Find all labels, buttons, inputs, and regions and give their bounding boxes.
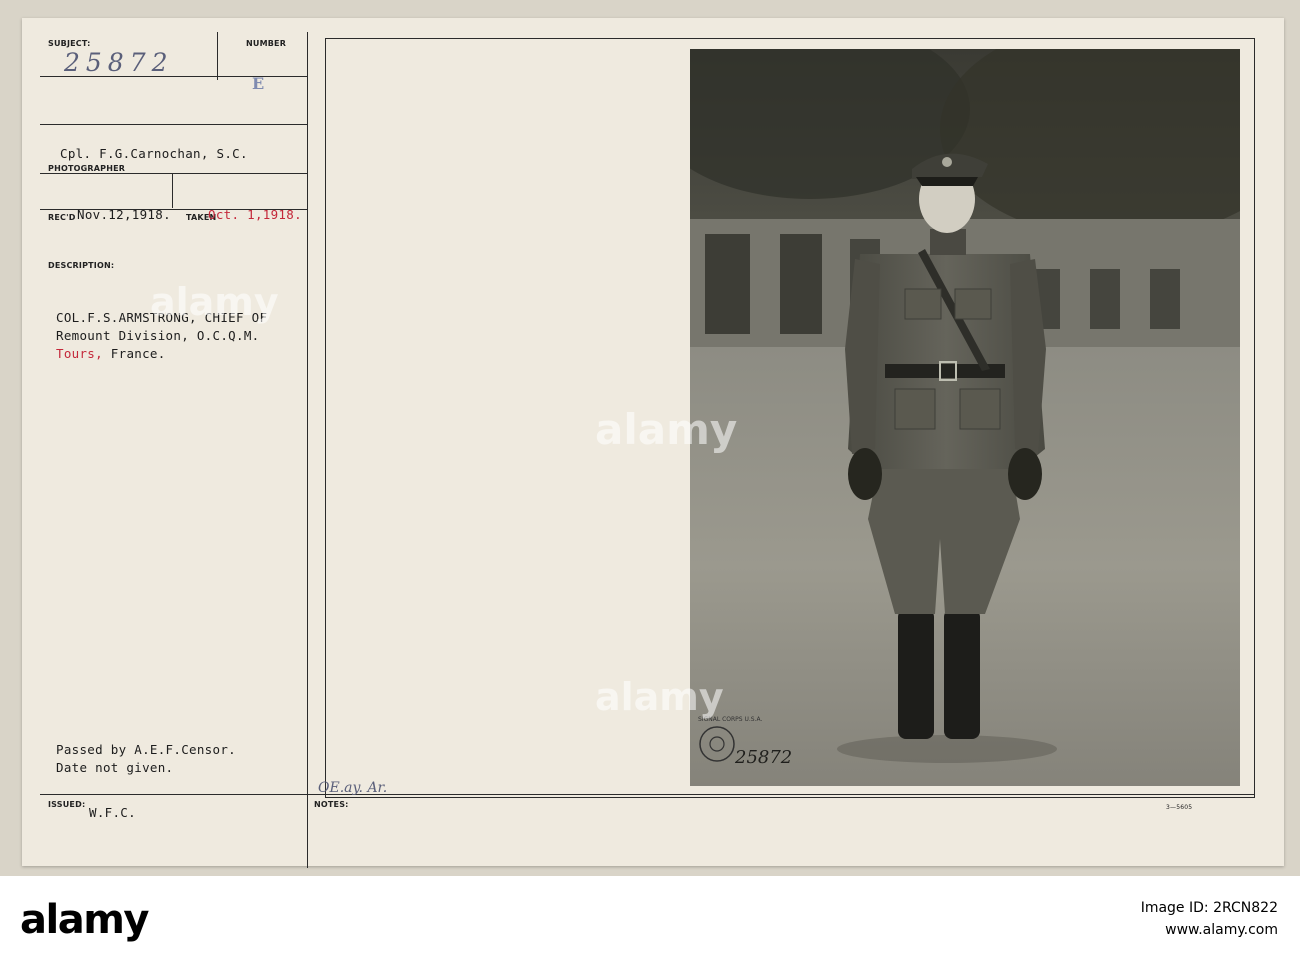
stock-footer [0,876,1300,964]
image-id-block: Image ID: 2RCN822 www.alamy.com [1141,897,1278,941]
image-id-label: Image ID: [1140,900,1209,916]
number-stamp: E [252,74,265,93]
notes-label: NOTES: [314,800,349,809]
watermark-bottom: alamy [595,675,724,719]
subject-number-handwritten: 25872 [64,48,174,77]
description-line-3: Tours, France. [56,346,166,361]
issued-value: W.F.C. [89,805,136,820]
censor-line-1: Passed by A.E.F.Censor. [56,742,236,757]
divider-recd-taken [172,174,173,208]
photo-number-text: 25872 [734,747,792,768]
photographer-value: Cpl. F.G.Carnochan, S.C. [60,146,248,161]
number-label: NUMBER [246,39,287,48]
image-id-value: 2RCN822 [1213,900,1278,916]
subject-label: SUBJECT: [48,39,91,48]
rule-frame-top [325,38,1255,39]
site-url[interactable]: www.alamy.com [1141,919,1278,941]
rule-frame-bottom [325,797,1255,798]
watermark-center: alamy [595,405,738,454]
notes-handwriting: OE.ay. Ar. [318,780,388,796]
rule-under-number-box [40,124,308,125]
watermark-top: alamy [150,280,279,324]
form-code: 3—5605 [1166,804,1193,811]
description-city: Tours, [56,346,103,361]
censor-line-2: Date not given. [56,760,174,775]
received-label: REC'D [48,213,76,222]
alamy-logo[interactable]: alamy [20,897,149,943]
description-country: France. [110,346,166,361]
photo-illustration: 25872 SIGNAL CORPS U.S.A. [690,49,1240,786]
issued-label: ISSUED: [48,800,86,809]
divider-left-column [307,32,308,868]
description-line-2: Remount Division, O.C.Q.M. [56,328,260,343]
frame-right [1254,38,1255,798]
description-label: DESCRIPTION: [48,261,115,270]
rule-under-photographer [40,173,308,174]
received-date: Nov.12,1918. [77,207,171,222]
portrait-photograph: 25872 SIGNAL CORPS U.S.A. [690,49,1240,786]
rule-issued-notes [40,794,1255,795]
divider-subject-number [217,32,218,80]
taken-date: Oct. 1,1918. [208,207,302,222]
divider-frame-left [325,38,326,798]
photographer-label: PHOTOGRAPHER [48,164,126,173]
image-id-line: Image ID: 2RCN822 [1141,897,1278,919]
